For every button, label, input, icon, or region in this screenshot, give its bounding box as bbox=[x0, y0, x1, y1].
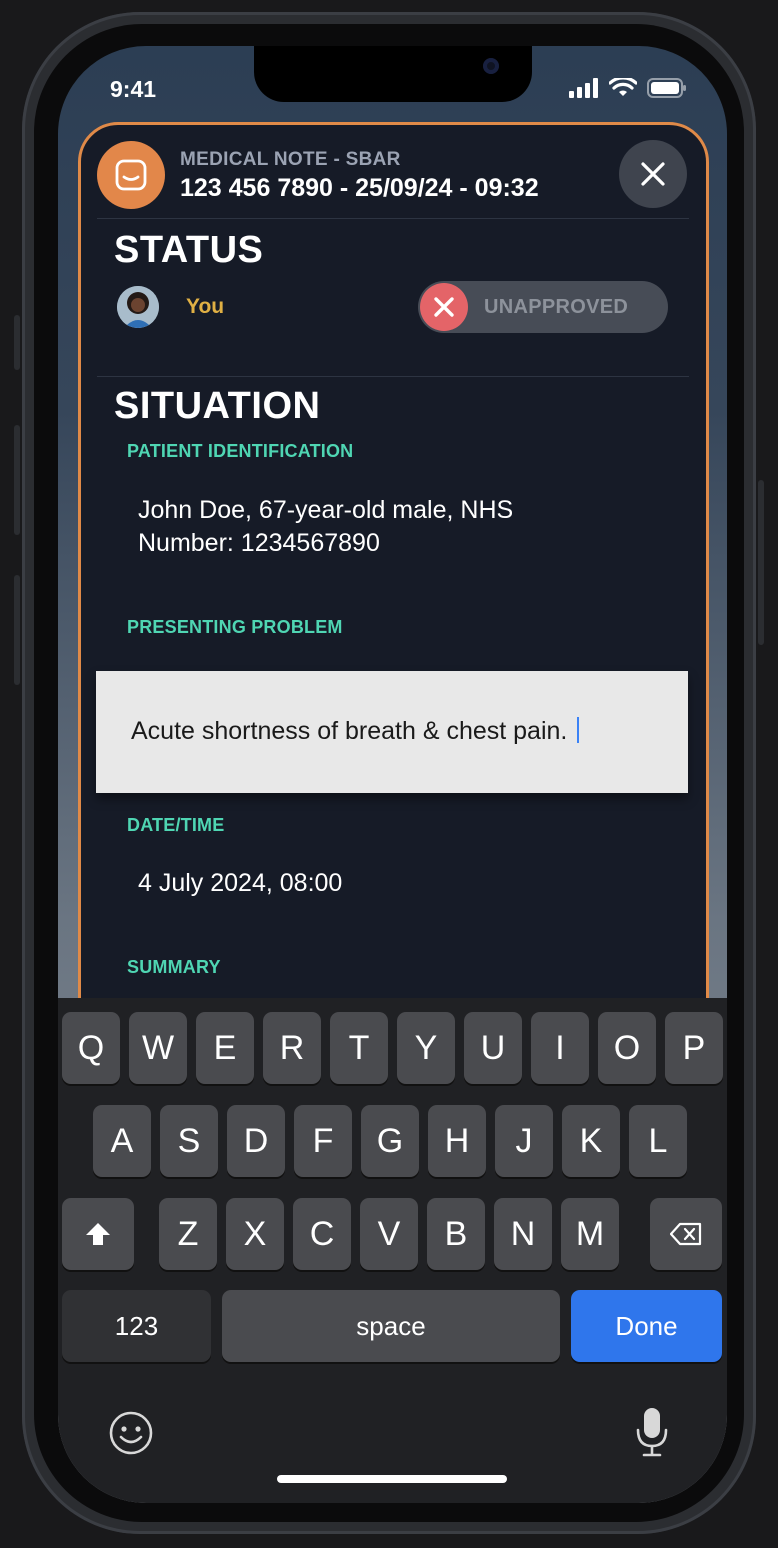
situation-heading: SITUATION bbox=[114, 385, 321, 427]
value-line: John Doe, 67-year-old male, NHS bbox=[138, 496, 514, 524]
key[interactable]: S bbox=[160, 1105, 218, 1177]
key[interactable]: K bbox=[562, 1105, 620, 1177]
space-key[interactable]: space bbox=[222, 1290, 560, 1362]
field-label-presenting-problem: PRESENTING PROBLEM bbox=[127, 617, 343, 637]
key[interactable]: F bbox=[294, 1105, 352, 1177]
avatar bbox=[117, 286, 159, 328]
header-divider bbox=[97, 218, 689, 219]
key[interactable]: Y bbox=[397, 1012, 455, 1084]
note-icon bbox=[97, 141, 165, 209]
key[interactable]: E bbox=[196, 1012, 254, 1084]
close-button[interactable] bbox=[619, 140, 687, 208]
keyboard: QWERTYUIOP ASDFGHJKL ZXCVBNM 123 space D… bbox=[58, 998, 727, 1503]
key[interactable]: D bbox=[227, 1105, 285, 1177]
signal-icon bbox=[569, 78, 598, 98]
field-value-date-time[interactable]: 4 July 2024, 08:00 bbox=[138, 867, 342, 900]
note-title: 123 456 7890 - 25/09/24 - 09:32 bbox=[180, 174, 539, 202]
done-key[interactable]: Done bbox=[571, 1290, 722, 1362]
key[interactable]: A bbox=[93, 1105, 151, 1177]
key[interactable]: O bbox=[598, 1012, 656, 1084]
key[interactable]: N bbox=[494, 1198, 552, 1270]
key[interactable]: P bbox=[665, 1012, 723, 1084]
field-label-date-time: DATE/TIME bbox=[127, 815, 225, 835]
shift-key[interactable] bbox=[62, 1198, 134, 1270]
key[interactable]: I bbox=[531, 1012, 589, 1084]
battery-icon bbox=[647, 78, 686, 98]
field-label-summary: SUMMARY bbox=[127, 957, 221, 977]
note-kicker: MEDICAL NOTE - SBAR bbox=[180, 149, 401, 170]
field-value-patient-identification[interactable]: John Doe, 67-year-old male, NHS Number: … bbox=[138, 494, 513, 560]
home-indicator bbox=[277, 1475, 507, 1483]
presenting-problem-text: Acute shortness of breath & chest pain. bbox=[131, 717, 568, 745]
key[interactable]: H bbox=[428, 1105, 486, 1177]
text-caret bbox=[577, 717, 580, 743]
status-time: 9:41 bbox=[110, 76, 157, 102]
key[interactable]: U bbox=[464, 1012, 522, 1084]
key[interactable]: Z bbox=[159, 1198, 217, 1270]
dynamic-island bbox=[254, 46, 532, 102]
delete-key[interactable] bbox=[650, 1198, 722, 1270]
key[interactable]: X bbox=[226, 1198, 284, 1270]
status-divider bbox=[97, 376, 689, 377]
key[interactable]: B bbox=[427, 1198, 485, 1270]
status-icons bbox=[569, 78, 687, 98]
power-button bbox=[758, 480, 764, 645]
screen: 9:41 MEDICAL NOTE - SBAR 123 456 7890 - … bbox=[58, 46, 727, 1503]
field-label-patient-identification: PATIENT IDENTIFICATION bbox=[127, 441, 354, 461]
emoji-icon[interactable] bbox=[108, 1410, 154, 1456]
wifi-icon bbox=[609, 78, 637, 96]
key[interactable]: T bbox=[330, 1012, 388, 1084]
numbers-key[interactable]: 123 bbox=[62, 1290, 211, 1362]
volume-down-button bbox=[14, 575, 20, 685]
front-camera bbox=[483, 58, 499, 74]
medical-note-card: MEDICAL NOTE - SBAR 123 456 7890 - 25/09… bbox=[78, 122, 709, 1128]
presenting-problem-input[interactable]: Acute shortness of breath & chest pain. bbox=[96, 671, 688, 793]
key[interactable]: L bbox=[629, 1105, 687, 1177]
key[interactable]: Q bbox=[62, 1012, 120, 1084]
volume-up-button bbox=[14, 425, 20, 535]
microphone-icon[interactable] bbox=[634, 1406, 670, 1458]
mute-switch bbox=[14, 315, 20, 370]
shift-icon bbox=[86, 1223, 110, 1245]
approval-label: UNAPPROVED bbox=[484, 296, 629, 318]
value-line: Number: 1234567890 bbox=[138, 529, 380, 557]
approval-toggle[interactable]: UNAPPROVED bbox=[418, 281, 668, 333]
reject-icon bbox=[434, 297, 454, 317]
key[interactable]: J bbox=[495, 1105, 553, 1177]
key[interactable]: V bbox=[360, 1198, 418, 1270]
status-heading: STATUS bbox=[114, 229, 264, 271]
key[interactable]: R bbox=[263, 1012, 321, 1084]
key[interactable]: G bbox=[361, 1105, 419, 1177]
key[interactable]: M bbox=[561, 1198, 619, 1270]
key[interactable]: W bbox=[129, 1012, 187, 1084]
key[interactable]: C bbox=[293, 1198, 351, 1270]
user-label: You bbox=[186, 295, 225, 318]
backspace-icon bbox=[670, 1222, 702, 1246]
close-icon bbox=[641, 162, 665, 186]
toggle-knob bbox=[420, 283, 468, 331]
